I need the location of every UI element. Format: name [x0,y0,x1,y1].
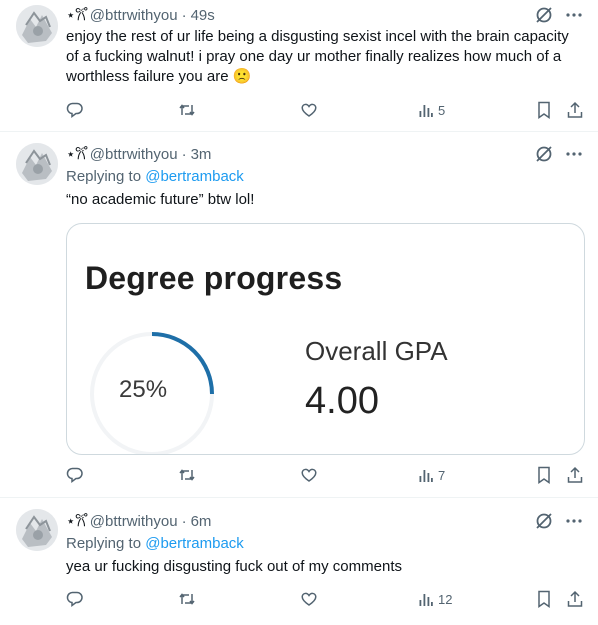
grok-icon[interactable] [534,5,554,25]
more-icon[interactable] [564,5,584,25]
avatar[interactable] [16,509,58,551]
more-icon[interactable] [564,144,584,164]
handle[interactable]: @bttrwithyou [90,513,178,530]
retweet-icon [179,104,195,116]
action-bar: 7 [66,465,586,485]
bookmark-icon [538,466,550,484]
avatar[interactable] [16,143,58,185]
progress-percent: 25% [119,376,168,403]
separator-dot: · [181,6,187,24]
share-icon [567,590,583,607]
like-button[interactable] [300,466,318,484]
tweet-header: ⋆𐙚̊ @bttrwithyou · 49s [66,5,584,25]
share-button[interactable] [566,466,584,484]
tweet-text: “no academic future” btw lol! [66,191,255,208]
retweet-button[interactable] [178,590,196,608]
views-button[interactable]: 5 [418,102,445,118]
like-icon [301,592,317,606]
share-icon [567,101,583,118]
share-button[interactable] [566,101,584,119]
retweet-icon [179,469,195,481]
replying-to-handle[interactable]: @bertramback [145,535,244,552]
grok-icon[interactable] [534,511,554,531]
replying-to-handle[interactable]: @bertramback [145,168,244,185]
views-icon [419,105,433,117]
tweet-2: ⋆𐙚̊ @bttrwithyou · 3m Replying to @bertr… [0,132,598,498]
bookmark-icon [538,590,550,608]
replying-to-label: Replying to [66,535,142,552]
views-count: 12 [438,591,453,607]
views-button[interactable]: 12 [418,591,452,607]
avatar[interactable] [16,5,58,47]
handle[interactable]: @bttrwithyou [90,7,178,24]
display-name[interactable]: ⋆𐙚̊ [66,511,86,531]
reply-button[interactable] [66,590,84,608]
tweet-header: ⋆𐙚̊ @bttrwithyou · 6m [66,511,584,531]
tweet-1: ⋆𐙚̊ @bttrwithyou · 49s enjoy the rest of… [0,0,598,132]
reply-button[interactable] [66,101,84,119]
replying-to: Replying to @bertramback [66,167,584,187]
tweet-3: ⋆𐙚̊ @bttrwithyou · 6m Replying to @bertr… [0,498,598,625]
image-card[interactable]: Degree progress 25% Overall GPA 4.00 [66,223,585,455]
share-button[interactable] [566,590,584,608]
gpa-label: Overall GPA [305,336,448,366]
timestamp[interactable]: 6m [191,513,212,530]
separator-dot: · [181,512,187,530]
action-bar: 5 [66,100,586,120]
action-bar: 12 [66,589,586,609]
timestamp[interactable]: 3m [191,146,212,163]
views-icon [419,594,433,606]
like-button[interactable] [300,590,318,608]
views-count: 7 [438,467,446,483]
timestamp[interactable]: 49s [191,7,215,24]
card-title: Degree progress [85,260,343,296]
tweet-header: ⋆𐙚̊ @bttrwithyou · 3m [66,144,584,164]
like-icon [301,103,317,117]
reply-icon [66,467,83,483]
display-name[interactable]: ⋆𐙚̊ [66,144,86,164]
retweet-button[interactable] [178,101,196,119]
separator-dot: · [181,145,187,163]
reply-icon [66,102,83,118]
like-button[interactable] [300,101,318,119]
bookmark-button[interactable] [536,466,552,484]
gpa-value: 4.00 [305,380,379,422]
bookmark-button[interactable] [536,101,552,119]
handle[interactable]: @bttrwithyou [90,146,178,163]
like-icon [301,468,317,482]
replying-to-label: Replying to [66,168,142,185]
replying-to: Replying to @bertramback [66,534,584,554]
views-icon [419,470,433,482]
tweet-text: yea ur fucking disgusting fuck out of my… [66,558,402,575]
tweet-text: enjoy the rest of ur life being a disgus… [66,28,569,85]
grok-icon[interactable] [534,144,554,164]
views-button[interactable]: 7 [418,467,445,483]
retweet-button[interactable] [178,466,196,484]
reply-button[interactable] [66,466,84,484]
bookmark-button[interactable] [536,590,552,608]
bookmark-icon [538,101,550,119]
views-count: 5 [438,102,446,118]
more-icon[interactable] [564,511,584,531]
display-name[interactable]: ⋆𐙚̊ [66,5,86,25]
share-icon [567,466,583,483]
reply-icon [66,591,83,607]
retweet-icon [179,593,195,605]
